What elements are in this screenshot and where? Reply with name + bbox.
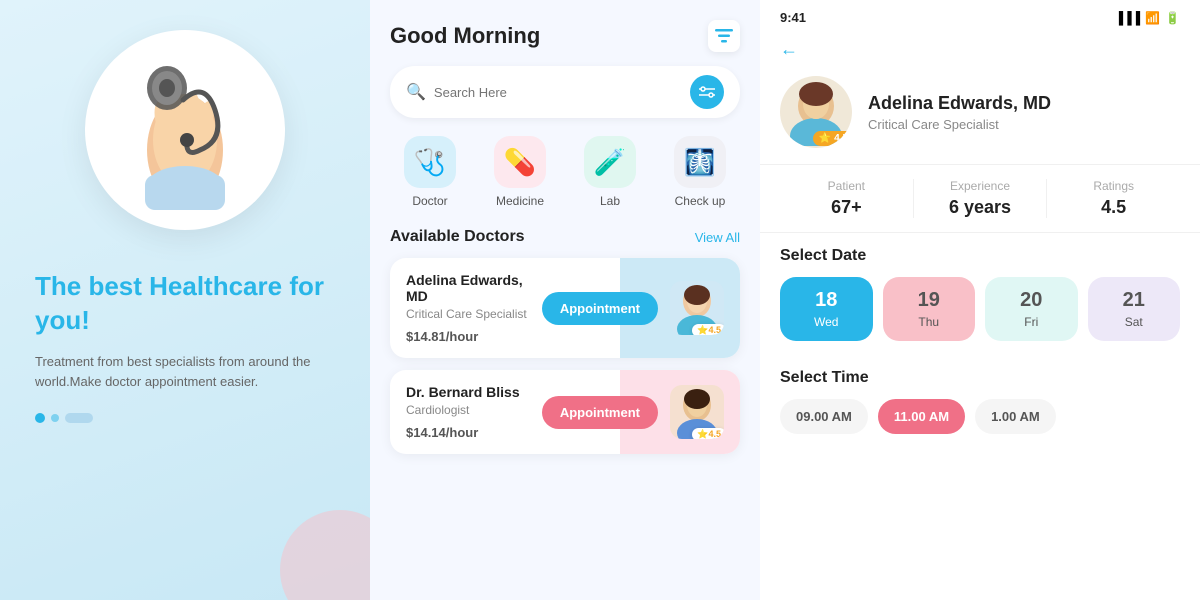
profile-avatar: ⭐ 4.5 xyxy=(780,76,852,148)
category-doctor[interactable]: 🩺 Doctor xyxy=(404,136,456,208)
stat-ratings: Ratings 4.5 xyxy=(1047,179,1180,218)
date-18-num: 18 xyxy=(788,289,865,312)
lab-icon: 🧪 xyxy=(584,136,636,188)
category-doctor-label: Doctor xyxy=(412,194,447,208)
hero-text: The best Healthcare for you! Treatment f… xyxy=(35,270,335,423)
battery-icon: 🔋 xyxy=(1165,11,1180,25)
doctor-2-avatar: ⭐4.5 xyxy=(670,385,724,439)
stat-experience-value: 6 years xyxy=(914,197,1047,218)
doctor-1-name: Adelina Edwards, MD xyxy=(406,272,530,304)
stat-ratings-label: Ratings xyxy=(1047,179,1180,193)
middle-header: Good Morning xyxy=(390,20,740,52)
hero-image xyxy=(85,30,285,240)
filter-button[interactable] xyxy=(690,75,724,109)
signal-icon: ▐▐▐ xyxy=(1115,11,1141,25)
dot-3 xyxy=(65,413,93,423)
doctor-profile: ⭐ 4.5 Adelina Edwards, MD Critical Care … xyxy=(760,68,1200,165)
doctor-2-spec: Cardiologist xyxy=(406,403,530,417)
dot-2 xyxy=(51,414,59,422)
checkup-icon: 🩻 xyxy=(674,136,726,188)
date-19[interactable]: 19 Thu xyxy=(883,277,976,341)
select-time-section: Select Time 09.00 AM 11.00 AM 1.00 AM xyxy=(760,355,1200,448)
doctor-icon: 🩺 xyxy=(404,136,456,188)
date-21-day: Sat xyxy=(1096,315,1173,329)
date-20-num: 20 xyxy=(993,289,1070,312)
available-doctors-title: Available Doctors xyxy=(390,228,525,246)
search-input[interactable] xyxy=(434,85,690,100)
stat-patient: Patient 67+ xyxy=(780,179,914,218)
doctor-1-spec: Critical Care Specialist xyxy=(406,307,530,321)
pagination-dots xyxy=(35,413,335,423)
categories-row: 🩺 Doctor 💊 Medicine 🧪 Lab 🩻 Check up xyxy=(390,136,740,208)
back-button[interactable]: ← xyxy=(760,31,1200,68)
date-21[interactable]: 21 Sat xyxy=(1088,277,1181,341)
profile-spec: Critical Care Specialist xyxy=(868,117,1051,132)
status-icons: ▐▐▐ 📶 🔋 xyxy=(1115,11,1180,25)
stats-row: Patient 67+ Experience 6 years Ratings 4… xyxy=(760,165,1200,233)
greeting-title: Good Morning xyxy=(390,23,540,49)
date-19-num: 19 xyxy=(891,289,968,312)
select-date-section: Select Date 18 Wed 19 Thu 20 Fri 21 Sat xyxy=(760,233,1200,355)
wifi-icon: 📶 xyxy=(1145,11,1160,25)
status-bar: 9:41 ▐▐▐ 📶 🔋 xyxy=(760,0,1200,31)
search-bar[interactable]: 🔍 xyxy=(390,66,740,118)
category-lab-label: Lab xyxy=(600,194,620,208)
doctor-1-rating: ⭐4.5 xyxy=(692,324,724,335)
hero-title: The best Healthcare for you! xyxy=(35,270,335,338)
stat-ratings-value: 4.5 xyxy=(1047,197,1180,218)
date-18-day: Wed xyxy=(788,315,865,329)
hero-title-highlight: Healthcare xyxy=(149,271,282,301)
stat-patient-label: Patient xyxy=(780,179,913,193)
profile-star-badge: ⭐ 4.5 xyxy=(813,131,852,146)
time-1100[interactable]: 11.00 AM xyxy=(878,399,965,434)
select-date-title: Select Date xyxy=(780,247,1180,265)
date-18[interactable]: 18 Wed xyxy=(780,277,873,341)
doctor-card-1: Adelina Edwards, MD Critical Care Specia… xyxy=(390,258,740,358)
date-row: 18 Wed 19 Thu 20 Fri 21 Sat xyxy=(780,277,1180,341)
hero-description: Treatment from best specialists from aro… xyxy=(35,352,335,394)
doctor-2-info: Dr. Bernard Bliss Cardiologist $14.14/ho… xyxy=(406,384,530,440)
category-medicine-label: Medicine xyxy=(496,194,544,208)
doctor-1-avatar: ⭐4.5 xyxy=(670,281,724,335)
profile-info: Adelina Edwards, MD Critical Care Specia… xyxy=(868,93,1051,132)
middle-panel: Good Morning 🔍 🩺 Doctor 💊 Medicine 🧪 Lab… xyxy=(370,0,760,600)
appointment-button-2[interactable]: Appointment xyxy=(542,396,658,429)
appointment-button-1[interactable]: Appointment xyxy=(542,292,658,325)
search-icon: 🔍 xyxy=(406,82,426,102)
doctor-1-price: $14.81/hour xyxy=(406,329,530,344)
profile-name: Adelina Edwards, MD xyxy=(868,93,1051,114)
stat-experience-label: Experience xyxy=(914,179,1047,193)
dot-active xyxy=(35,413,45,423)
category-medicine[interactable]: 💊 Medicine xyxy=(494,136,546,208)
stat-patient-value: 67+ xyxy=(780,197,913,218)
doctor-2-price: $14.14/hour xyxy=(406,425,530,440)
time-row: 09.00 AM 11.00 AM 1.00 AM xyxy=(780,399,1180,434)
doctor-1-info: Adelina Edwards, MD Critical Care Specia… xyxy=(406,272,530,344)
time-0900[interactable]: 09.00 AM xyxy=(780,399,868,434)
filter-icon[interactable] xyxy=(708,20,740,52)
decorative-blob xyxy=(280,510,370,600)
category-checkup[interactable]: 🩻 Check up xyxy=(674,136,726,208)
date-21-num: 21 xyxy=(1096,289,1173,312)
hero-title-normal: The best xyxy=(35,271,149,301)
status-time: 9:41 xyxy=(780,10,806,25)
category-lab[interactable]: 🧪 Lab xyxy=(584,136,636,208)
stethoscope-circle xyxy=(85,30,285,230)
medicine-icon: 💊 xyxy=(494,136,546,188)
time-0100[interactable]: 1.00 AM xyxy=(975,399,1056,434)
available-doctors-header: Available Doctors View All xyxy=(390,228,740,246)
category-checkup-label: Check up xyxy=(675,194,726,208)
doctor-2-rating: ⭐4.5 xyxy=(692,428,724,439)
date-19-day: Thu xyxy=(891,315,968,329)
date-20-day: Fri xyxy=(993,315,1070,329)
left-panel: The best Healthcare for you! Treatment f… xyxy=(0,0,370,600)
doctor-card-2: Dr. Bernard Bliss Cardiologist $14.14/ho… xyxy=(390,370,740,454)
view-all-link[interactable]: View All xyxy=(695,230,740,245)
select-time-title: Select Time xyxy=(780,369,1180,387)
right-panel: 9:41 ▐▐▐ 📶 🔋 ← ⭐ 4.5 Adelina Edwards, MD… xyxy=(760,0,1200,600)
doctor-2-name: Dr. Bernard Bliss xyxy=(406,384,530,400)
stat-experience: Experience 6 years xyxy=(914,179,1048,218)
date-20[interactable]: 20 Fri xyxy=(985,277,1078,341)
